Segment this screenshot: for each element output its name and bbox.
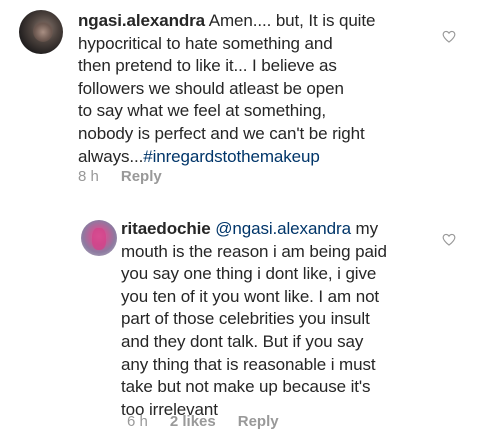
comment-text-line: nobody is perfect and we can't be right <box>78 123 365 143</box>
mention-link[interactable]: @ngasi.alexandra <box>215 219 351 238</box>
comment-text-line: hypocritical to hate something and <box>78 33 333 53</box>
comment-text-line: to say what we feel at something, <box>78 101 327 121</box>
comment-text-line: Amen.... but, It is quite <box>208 11 376 30</box>
comment-timestamp: 8 h <box>78 168 99 185</box>
comment-text-line: you say one thing i dont like, i give <box>121 264 377 284</box>
comment-meta: 8 h Reply <box>78 168 162 185</box>
comment-username[interactable]: ngasi.alexandra <box>78 11 205 30</box>
comment-timestamp: 6 h <box>127 413 148 430</box>
reply-button[interactable]: Reply <box>238 413 279 430</box>
heart-outline-icon[interactable] <box>442 30 456 43</box>
comment-text-line: mouth is the reason i am being paid <box>121 241 387 261</box>
comment-text-line: then pretend to like it... I believe as <box>78 56 337 76</box>
hashtag-link[interactable]: #inregardstothemakeup <box>143 147 320 166</box>
comment-text-line: part of those celebrities you insult <box>121 309 370 329</box>
comment-body: ngasi.alexandra Amen.... but, It is quit… <box>78 10 438 168</box>
comment-text-line: followers we should atleast be open <box>78 78 344 98</box>
heart-outline-icon[interactable] <box>442 233 456 246</box>
comment-text-line: you ten of it you wont like. I am not <box>121 286 380 306</box>
comment-meta: 6 h 2 likes Reply <box>127 413 279 430</box>
comment-text-line: take but not make up because it's <box>121 377 371 397</box>
comment-text-line: always... <box>78 146 144 166</box>
comment-text-line: any thing that is reasonable i must <box>121 354 376 374</box>
likes-count-link[interactable]: 2 likes <box>170 413 216 430</box>
comment-text-line: and they dont talk. But if you say <box>121 331 364 351</box>
comment-body: ritaedochie @ngasi.alexandra my mouth is… <box>121 218 441 421</box>
avatar[interactable] <box>19 10 63 54</box>
avatar[interactable] <box>81 220 117 256</box>
reply-button[interactable]: Reply <box>121 168 162 185</box>
comment-username[interactable]: ritaedochie <box>121 219 211 238</box>
comment-text-line: my <box>350 219 379 238</box>
